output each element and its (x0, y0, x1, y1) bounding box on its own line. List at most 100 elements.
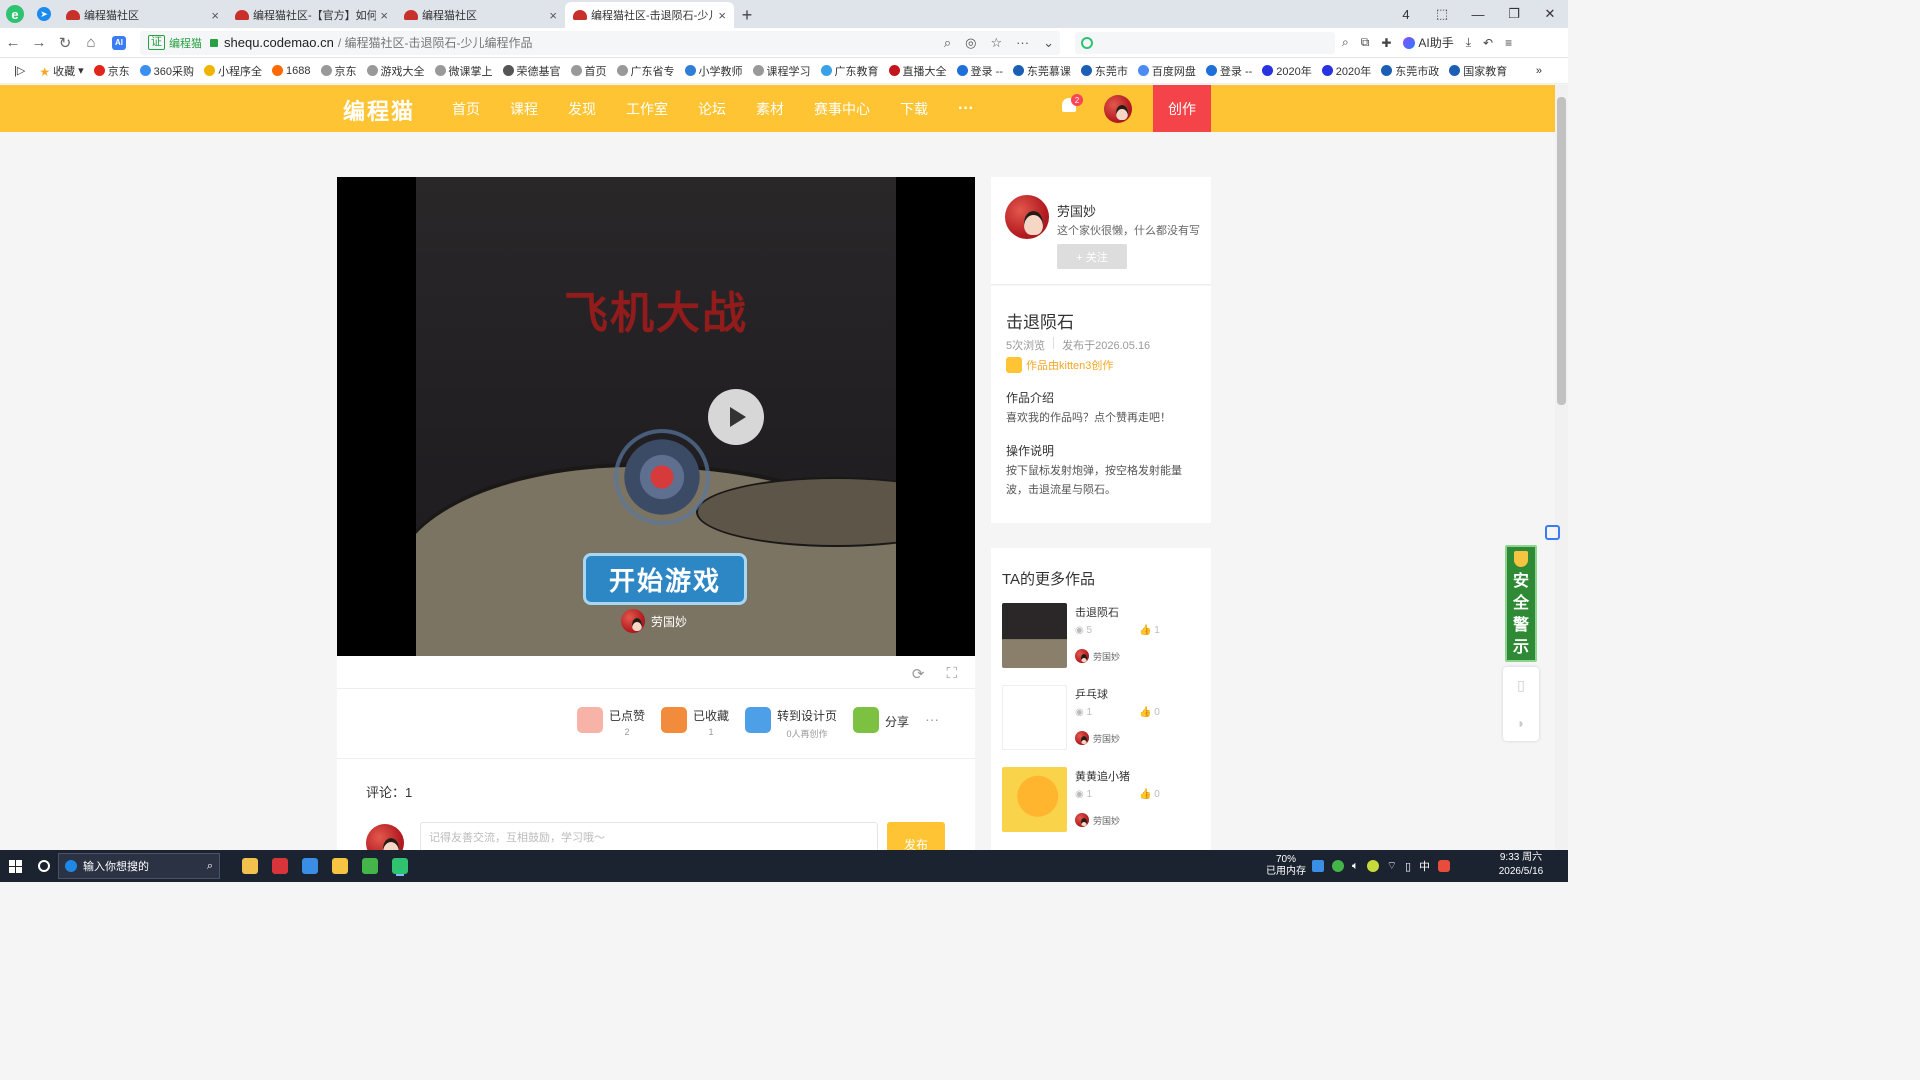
more-work-item[interactable]: 黄黄追小猪 ◉ 1 👍 0 劳国妙 (1002, 767, 1202, 833)
follow-button[interactable]: + 关注 (1057, 244, 1127, 269)
taskbar-search-input[interactable]: 输入你想搜的 ⌕ (58, 853, 220, 879)
browser-tab[interactable]: 编程猫社区 × (396, 2, 565, 28)
start-game-button[interactable]: 开始游戏 (583, 553, 747, 605)
share-button[interactable]: 分享 (853, 707, 909, 733)
create-button[interactable]: 创作 (1153, 85, 1211, 132)
bookmark-item[interactable]: 小学教师 (684, 63, 743, 79)
favorite-button[interactable]: 已收藏 1 (661, 707, 729, 737)
extension-icon[interactable]: ✚ (1381, 36, 1391, 50)
url-field[interactable]: 证 编程猫 shequ.codemao.cn / 编程猫社区-击退陨石-少儿编程… (140, 30, 1060, 55)
bookmark-item[interactable]: 东莞市 (1080, 63, 1128, 79)
bookmark-item[interactable]: 广东教育 (820, 63, 879, 79)
nav-competitions[interactable]: 赛事中心 (814, 99, 870, 119)
browser-tab[interactable]: 编程猫社区-【官方】如何上 × (227, 2, 396, 28)
bookmark-item[interactable]: 荣德基官 (502, 63, 561, 79)
bookmark-item[interactable]: 广东省专 (616, 63, 675, 79)
forward-button[interactable]: → (26, 34, 52, 51)
user-avatar[interactable] (1104, 95, 1132, 123)
nav-courses[interactable]: 课程 (510, 99, 538, 119)
bookmark-item[interactable]: 游戏大全 (366, 63, 425, 79)
browser-logo-icon[interactable]: e (0, 0, 30, 28)
minimize-button[interactable]: — (1460, 7, 1496, 22)
home-button[interactable]: ⌂ (78, 34, 104, 51)
tablet-icon[interactable]: ▯ (1517, 677, 1525, 694)
bookmark-item[interactable]: 东莞市政 (1381, 63, 1439, 79)
more-work-item[interactable]: 乒乓球 ◉ 1 👍 0 劳国妙 (1002, 685, 1202, 751)
file-explorer-icon[interactable] (242, 858, 258, 874)
edit-note-icon[interactable] (1545, 525, 1560, 540)
system-clock[interactable]: 9:33 周六 2026/5/16 (1490, 851, 1552, 879)
bell-icon[interactable]: ◗ (1517, 715, 1525, 731)
app-blue-icon[interactable] (302, 858, 318, 874)
volume-icon[interactable]: 🔈︎ (1352, 860, 1359, 873)
bookmark-item[interactable]: 京东 (320, 63, 357, 79)
bookmarks-overflow-icon[interactable]: » (1536, 65, 1542, 77)
bookmark-favorites[interactable]: ★ 收藏 ▾ (39, 63, 83, 79)
bookmark-item[interactable]: 1688 (272, 65, 311, 77)
tray-app-icon[interactable] (1312, 860, 1324, 872)
ime-indicator[interactable]: 中 (1419, 858, 1430, 874)
chevron-down-icon[interactable]: ⌄ (1043, 35, 1054, 51)
bookmark-item[interactable]: 360采购 (139, 63, 194, 79)
browser-taskbar-icon[interactable] (392, 858, 408, 874)
tab-count-badge[interactable]: 4 (1388, 7, 1424, 22)
wifi-icon[interactable]: ⌔ (1387, 859, 1397, 873)
restart-icon[interactable]: ⟳ (912, 665, 925, 683)
bookmark-item[interactable]: 2020年 (1321, 63, 1371, 79)
nav-download[interactable]: 下载 (900, 99, 928, 119)
browser-search-input[interactable] (1075, 31, 1335, 54)
bookmark-item[interactable]: 京东 (93, 63, 130, 79)
close-window-button[interactable]: ✕ (1532, 6, 1568, 22)
reload-button[interactable]: ↻ (52, 34, 78, 52)
like-button[interactable]: 已点赞 2 (577, 707, 645, 737)
send-icon[interactable]: ➤ (30, 0, 58, 28)
zoom-icon[interactable]: ⌕ (944, 35, 951, 51)
start-button[interactable] (0, 850, 30, 882)
app-green-icon[interactable] (362, 858, 378, 874)
play-button[interactable] (708, 389, 764, 445)
more-dots-icon[interactable]: ··· (1016, 35, 1029, 51)
cortana-button[interactable] (30, 860, 58, 872)
bookmark-item[interactable]: 微课掌上 (434, 63, 493, 79)
ai-helper-button[interactable]: AI助手 (1403, 34, 1454, 51)
star-icon[interactable]: ☆ (990, 35, 1002, 51)
nav-studio[interactable]: 工作室 (626, 99, 668, 119)
undo-icon[interactable]: ↶ (1483, 36, 1493, 50)
fullscreen-icon[interactable]: ⛶ (946, 665, 957, 683)
wechat-icon[interactable] (1332, 860, 1344, 872)
notification-bell[interactable]: 2 (1062, 94, 1083, 116)
bookmark-item[interactable]: 2020年 (1262, 63, 1312, 79)
ai-icon[interactable]: AI (112, 35, 126, 50)
new-tab-button[interactable]: + (734, 2, 760, 28)
app-yellow-icon[interactable] (332, 858, 348, 874)
sogou-icon[interactable] (1438, 860, 1451, 872)
bookmark-item[interactable]: 东莞慕课 (1012, 63, 1071, 79)
bookmark-item[interactable]: 国家教育 (1449, 63, 1507, 79)
nav-more-icon[interactable]: ··· (958, 100, 974, 118)
back-button[interactable]: ← (0, 34, 26, 51)
restore-button[interactable]: ❐ (1496, 6, 1532, 22)
safety-warning-widget[interactable]: 安 全 警 示 (1505, 545, 1537, 662)
more-actions-icon[interactable]: ··· (925, 711, 939, 727)
search-icon[interactable]: ⌕ (1342, 35, 1349, 50)
usb-icon[interactable]: ▯ (1405, 860, 1411, 873)
translate-icon[interactable]: ⧉ (1361, 35, 1370, 50)
more-work-item[interactable]: 击退陨石 ◉ 5 👍 1 劳国妙 (1002, 603, 1202, 669)
memory-indicator[interactable]: 70% 已用内存 (1266, 854, 1306, 878)
nav-forum[interactable]: 论坛 (698, 99, 726, 119)
shirt-icon[interactable]: ⬚ (1424, 6, 1460, 22)
remix-button[interactable]: 转到设计页 0人再创作 (745, 707, 837, 740)
bookmark-item[interactable]: 直播大全 (888, 63, 947, 79)
sidebar-toggle-icon[interactable]: |▷ (14, 64, 25, 77)
download-icon[interactable]: ⤓ (1466, 35, 1471, 50)
menu-icon[interactable]: ≡ (1505, 36, 1512, 50)
game-stage[interactable]: 飞机大战 开始游戏 劳国妙 (416, 177, 896, 656)
bookmark-item[interactable]: 登录 -- (1205, 63, 1252, 79)
browser-tab-active[interactable]: 编程猫社区-击退陨石-少儿编 × (565, 2, 734, 28)
bookmark-item[interactable]: 百度网盘 (1137, 63, 1196, 79)
close-tab-icon[interactable]: × (211, 8, 219, 23)
game-player[interactable]: 飞机大战 开始游戏 劳国妙 (337, 177, 975, 656)
browser-tab[interactable]: 编程猫社区 × (58, 2, 227, 28)
author-name[interactable]: 劳国妙 (1057, 201, 1096, 220)
author-avatar[interactable] (1005, 195, 1049, 239)
